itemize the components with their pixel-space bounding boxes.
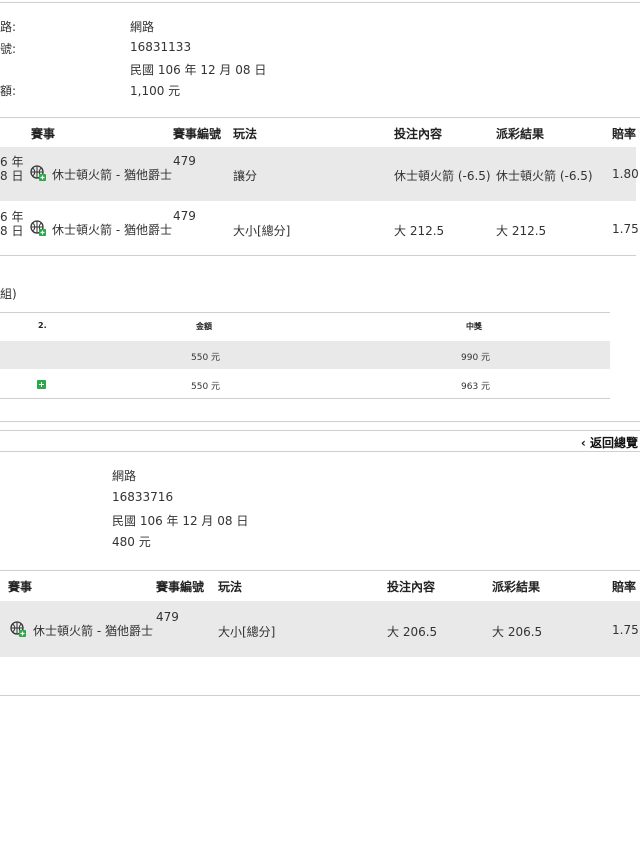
row-match: 休士頓火箭 - 猶他爵士 — [52, 223, 172, 237]
row-divider — [0, 255, 636, 256]
row-result: 大 212.5 — [496, 224, 547, 238]
info-value-amount: 1,100 元 — [130, 84, 181, 98]
row-result: 休士頓火箭 (-6.5) — [496, 169, 593, 183]
combo-row — [0, 341, 610, 369]
back-to-overview-link[interactable]: ‹ 返回總覽 — [581, 434, 638, 451]
row-play: 大小[總分] — [218, 625, 276, 639]
col-header-play: 玩法 — [218, 580, 243, 594]
combo-top-line — [0, 312, 610, 313]
slip-bottom-line — [0, 421, 640, 422]
col-header-match: 賽事 — [31, 127, 56, 141]
info-label-amount: 額: — [0, 84, 17, 98]
row-date-day: 8 日 — [0, 169, 24, 183]
info-value-channel: 網路 — [130, 20, 155, 34]
info-value-number: 16831133 — [130, 40, 192, 54]
combo-amount: 550 元 — [191, 353, 221, 363]
col-header-odds: 賠率 — [612, 580, 637, 594]
row-odds: 1.75 — [612, 222, 639, 236]
header-top-line — [0, 570, 640, 571]
row-code: 479 — [173, 209, 196, 223]
row-bet: 休士頓火箭 (-6.5) — [394, 169, 491, 183]
row-match: 休士頓火箭 - 猶他爵士 — [52, 168, 172, 182]
basketball-icon — [10, 621, 26, 637]
info-value-channel: 網路 — [112, 469, 137, 483]
top-border — [0, 2, 640, 3]
row-odds: 1.75 — [612, 623, 639, 637]
row-bet: 大 206.5 — [387, 625, 438, 639]
combo-header-index: 2. — [38, 321, 47, 330]
expand-plus-icon[interactable] — [37, 380, 46, 389]
row-match: 休士頓火箭 - 猶他爵士 — [33, 624, 153, 638]
info-value-amount: 480 元 — [112, 535, 151, 549]
row-date-day: 8 日 — [0, 224, 24, 238]
col-header-result: 派彩結果 — [496, 127, 545, 141]
header-top-line — [0, 117, 640, 118]
combo-header-amount: 金額 — [196, 322, 212, 331]
back-bar-line — [0, 451, 640, 452]
basketball-icon — [30, 220, 46, 236]
col-header-code: 賽事編號 — [156, 580, 205, 594]
row-code: 479 — [173, 154, 196, 168]
info-value-number: 16833716 — [112, 490, 174, 504]
combo-bottom-line — [0, 398, 610, 399]
slip2-bottom-line — [0, 695, 640, 696]
col-header-play: 玩法 — [233, 127, 258, 141]
info-value-date: 民國 106 年 12 月 08 日 — [130, 63, 267, 77]
col-header-bet: 投注內容 — [387, 580, 436, 594]
col-header-code: 賽事編號 — [173, 127, 222, 141]
col-header-result: 派彩結果 — [492, 580, 541, 594]
info-value-date: 民國 106 年 12 月 08 日 — [112, 514, 249, 528]
combo-win: 963 元 — [461, 382, 491, 392]
combo-win: 990 元 — [461, 353, 491, 363]
col-header-match: 賽事 — [8, 580, 33, 594]
col-header-bet: 投注內容 — [394, 127, 443, 141]
info-label-channel: 路: — [0, 20, 17, 34]
combo-amount: 550 元 — [191, 382, 221, 392]
slip2-top-line — [0, 430, 640, 431]
combo-header-win: 中獎 — [466, 322, 482, 331]
row-play: 大小[總分] — [233, 224, 291, 238]
row-code: 479 — [156, 610, 179, 624]
info-label-number: 號: — [0, 42, 17, 56]
col-header-odds: 賠率 — [612, 127, 637, 141]
basketball-icon — [30, 165, 46, 181]
row-play: 讓分 — [233, 169, 258, 183]
combo-label: 組) — [0, 287, 17, 301]
row-result: 大 206.5 — [492, 625, 543, 639]
row-odds: 1.80 — [612, 167, 639, 181]
row-bet: 大 212.5 — [394, 224, 445, 238]
